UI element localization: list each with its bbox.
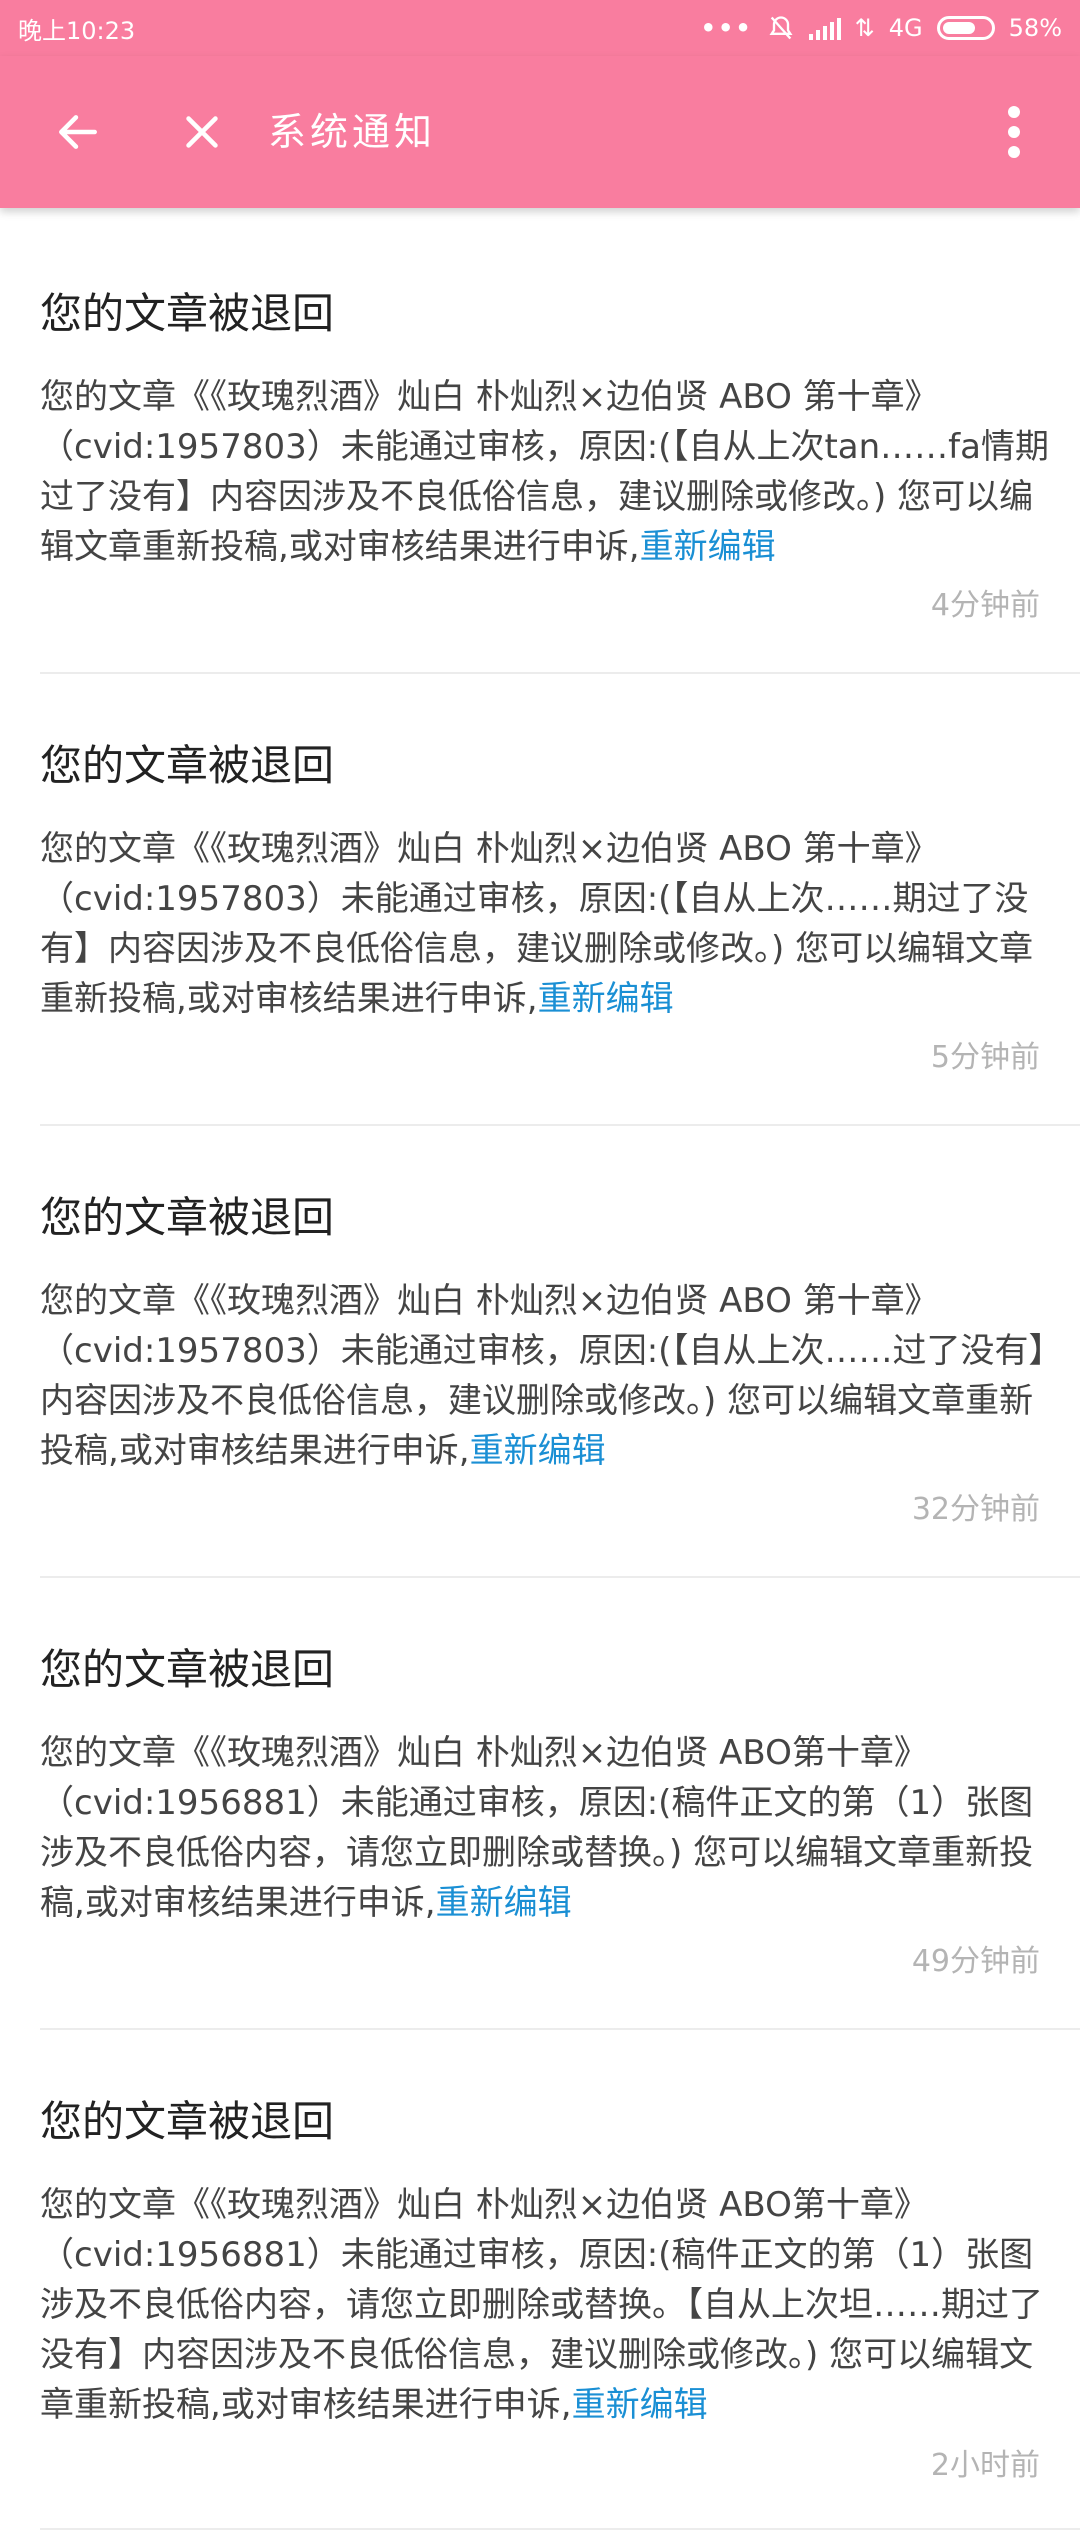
data-transfer-icon: ⇅ [854, 14, 875, 42]
more-options-button[interactable] [974, 92, 1054, 172]
divider [40, 2528, 1080, 2530]
notification-body: 您的文章《《玫瑰烈酒》灿白 朴灿烈×边伯贤 ABO第十章》（cvid:19568… [40, 2180, 1050, 2430]
more-vert-icon [1008, 106, 1020, 158]
notification-text: 您的文章《《玫瑰烈酒》灿白 朴灿烈×边伯贤 ABO 第十章》（cvid:1957… [40, 829, 1034, 1019]
notification-time: 4分钟前 [930, 588, 1040, 623]
notification-text: 您的文章《《玫瑰烈酒》灿白 朴灿烈×边伯贤 ABO 第十章》（cvid:1957… [40, 377, 1049, 567]
reedit-link[interactable]: 重新编辑 [436, 1883, 572, 1923]
close-icon [186, 116, 218, 148]
status-time: 晚上10:23 [18, 16, 136, 45]
notification-body: 您的文章《《玫瑰烈酒》灿白 朴灿烈×边伯贤 ABO 第十章》（cvid:1957… [40, 1276, 1050, 1476]
notification-title: 您的文章被退回 [40, 2097, 335, 2146]
notification-item[interactable]: 您的文章被退回 您的文章《《玫瑰烈酒》灿白 朴灿烈×边伯贤 ABO第十章》（cv… [0, 2030, 1080, 2530]
notification-text: 您的文章《《玫瑰烈酒》灿白 朴灿烈×边伯贤 ABO第十章》（cvid:19568… [40, 2185, 1043, 2425]
back-button[interactable] [38, 92, 118, 172]
notification-item[interactable]: 您的文章被退回 您的文章《《玫瑰烈酒》灿白 朴灿烈×边伯贤 ABO 第十章》（c… [0, 1126, 1080, 1578]
reedit-link[interactable]: 重新编辑 [572, 2385, 708, 2425]
app-bar: 系统通知 [0, 56, 1080, 208]
notification-item[interactable]: 您的文章被退回 您的文章《《玫瑰烈酒》灿白 朴灿烈×边伯贤 ABO第十章》（cv… [0, 1578, 1080, 2030]
status-bar: 晚上10:23 ••• ⇅ 4G 58% [0, 0, 1080, 56]
battery-icon [936, 16, 995, 40]
bell-off-icon [769, 16, 793, 40]
back-arrow-icon [59, 115, 97, 149]
notification-title: 您的文章被退回 [40, 1193, 335, 1242]
notification-title: 您的文章被退回 [40, 741, 335, 790]
notification-item[interactable]: 您的文章被退回 您的文章《《玫瑰烈酒》灿白 朴灿烈×边伯贤 ABO 第十章》（c… [0, 674, 1080, 1126]
reedit-link[interactable]: 重新编辑 [538, 979, 674, 1019]
notification-body: 您的文章《《玫瑰烈酒》灿白 朴灿烈×边伯贤 ABO第十章》（cvid:19568… [40, 1728, 1050, 1928]
more-dots-icon: ••• [700, 14, 753, 42]
notification-time: 5分钟前 [930, 1040, 1040, 1075]
reedit-link[interactable]: 重新编辑 [470, 1431, 606, 1471]
page-title: 系统通知 [268, 110, 437, 154]
notification-time: 2小时前 [930, 2448, 1040, 2483]
notification-list: 您的文章被退回 您的文章《《玫瑰烈酒》灿白 朴灿烈×边伯贤 ABO 第十章》（c… [0, 222, 1080, 2530]
notification-item[interactable]: 您的文章被退回 您的文章《《玫瑰烈酒》灿白 朴灿烈×边伯贤 ABO 第十章》（c… [0, 222, 1080, 674]
notification-body: 您的文章《《玫瑰烈酒》灿白 朴灿烈×边伯贤 ABO 第十章》（cvid:1957… [40, 372, 1050, 572]
close-button[interactable] [162, 92, 242, 172]
notification-title: 您的文章被退回 [40, 1645, 335, 1694]
network-type: 4G [888, 14, 923, 42]
notification-time: 49分钟前 [911, 1944, 1040, 1979]
reedit-link[interactable]: 重新编辑 [640, 527, 776, 567]
status-icons: ••• ⇅ 4G 58% [701, 14, 1062, 42]
notification-body: 您的文章《《玫瑰烈酒》灿白 朴灿烈×边伯贤 ABO 第十章》（cvid:1957… [40, 824, 1050, 1024]
notification-time: 32分钟前 [911, 1492, 1040, 1527]
signal-icon [808, 16, 841, 40]
battery-percent: 58% [1008, 14, 1062, 42]
notification-title: 您的文章被退回 [40, 289, 335, 338]
